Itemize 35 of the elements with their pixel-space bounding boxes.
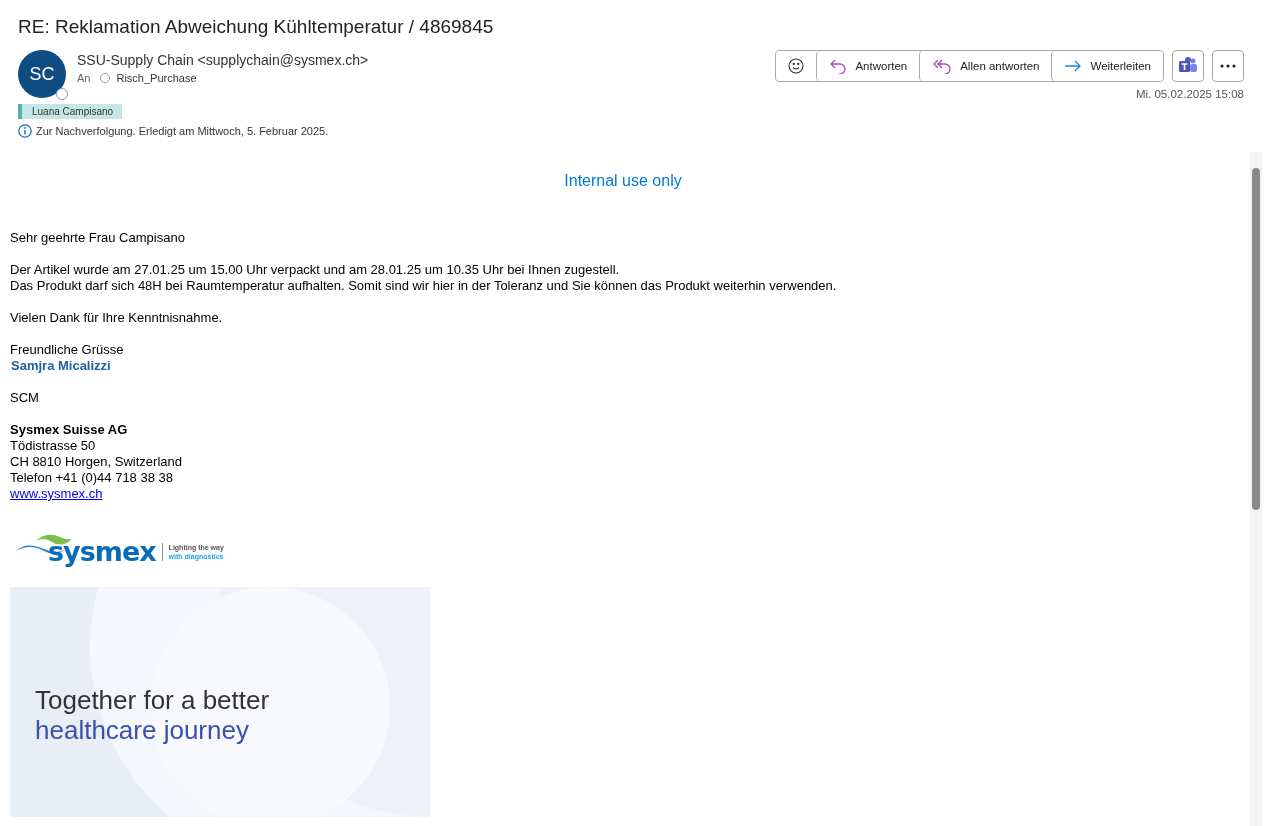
body-text: Vielen Dank für Ihre Kenntnisnahme. — [10, 310, 224, 326]
sent-date: Mi. 05.02.2025 15:08 — [1135, 88, 1244, 100]
body-text: Das Produkt darf sich 48H bei Raumtemperatur aufhalten. Somit sind wir hier in der Toleranz und Sie können das Produkt weiterhin verwenden. — [10, 278, 838, 294]
sender-name[interactable]: SSU-Supply Chain <supplychain@sysmex.ch> — [77, 52, 369, 68]
logo-wordmark: sysmex — [48, 536, 156, 567]
department-text: SCM — [10, 390, 40, 406]
address-line: Telefon +41 (0)44 718 38 38 — [10, 470, 174, 486]
more-icon — [1220, 64, 1236, 68]
to-label: An — [77, 72, 91, 84]
reply-icon — [829, 58, 848, 74]
recipient-name[interactable]: Risch_Purchase — [116, 72, 197, 84]
reply-all-icon — [932, 58, 953, 74]
banner-text: healthcare journey — [35, 715, 250, 745]
body-text: Der Artikel wurde am 27.01.25 um 15.00 Uhr verpackt und am 28.01.25 um 10.35 Uhr bei Ihnen zugestell. — [10, 262, 621, 278]
scrollbar[interactable] — [1250, 152, 1262, 826]
signature-name: Samjra Micalizzi — [10, 358, 112, 374]
category-tag: Luana Campisano — [18, 104, 123, 119]
info-icon — [18, 124, 32, 138]
teams-icon — [1178, 57, 1198, 75]
teams-button[interactable] — [1172, 50, 1204, 82]
classification-label: Internal use only — [563, 172, 683, 190]
forward-button[interactable]: Weiterleiten — [1051, 51, 1163, 81]
followup-note: Zur Nachverfolgung. Erledigt am Mittwoch, 5. Februar 2025. — [36, 125, 329, 137]
body-text: Freundliche Grüsse — [10, 342, 125, 358]
arrow-right-icon — [1064, 59, 1083, 73]
company-name: Sysmex Suisse AG — [10, 422, 129, 438]
presence-icon — [56, 88, 68, 100]
address-line: CH 8810 Horgen, Switzerland — [10, 454, 183, 470]
sender-avatar: SC — [18, 50, 66, 98]
website-link[interactable]: www.sysmex.ch — [10, 486, 103, 501]
body-text: Sehr geehrte Frau Campisano — [10, 230, 186, 246]
smiley-icon — [788, 58, 805, 74]
email-subject: RE: Reklamation Abweichung Kühltemperatur / 4869845 — [18, 16, 495, 38]
address-line: Tödistrasse 50 — [10, 438, 97, 454]
banner-text: Together for a better — [35, 685, 270, 715]
